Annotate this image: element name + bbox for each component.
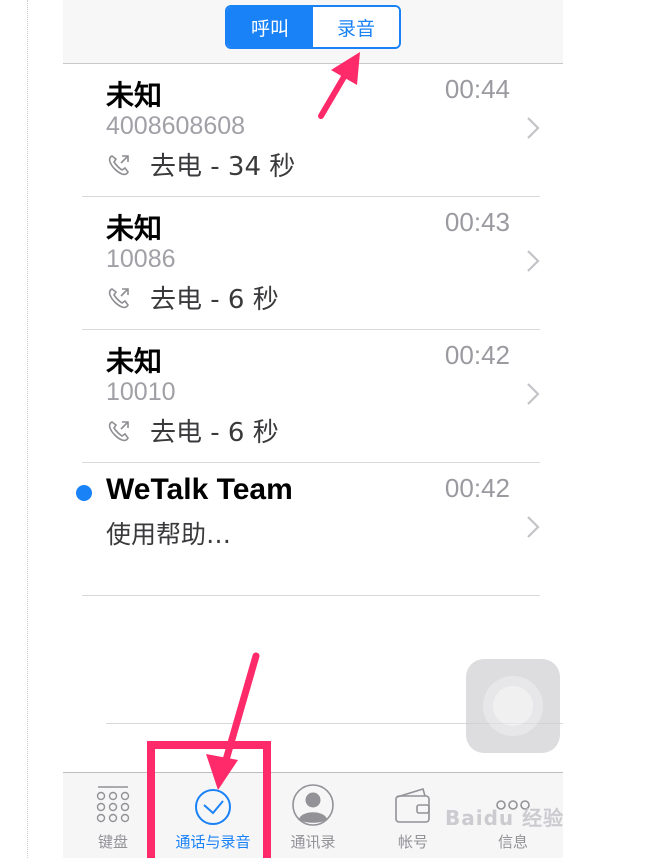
caller-name: 未知 (106, 79, 163, 112)
outgoing-call-icon (108, 287, 129, 308)
caller-name: 未知 (106, 212, 163, 245)
highlight-box-annotation (147, 741, 271, 858)
watermark-text: Baidu 经验 (445, 806, 565, 830)
call-row[interactable]: 未知 00:43 10086 去电 - 6 秒 (82, 197, 540, 330)
outgoing-call-icon (108, 420, 129, 441)
caller-number: 4008608608 (106, 112, 246, 140)
chevron-right-icon (527, 516, 540, 538)
phone-screen: 呼叫 录音 未知 00:44 4008608608 去电 - 34 秒 未知 0… (63, 0, 563, 858)
call-row[interactable]: 未知 00:42 10010 去电 - 6 秒 (82, 330, 540, 463)
call-time: 00:42 (444, 340, 510, 370)
tab-contacts[interactable]: 通讯录 (263, 773, 363, 858)
call-row[interactable]: 未知 00:44 4008608608 去电 - 34 秒 (82, 64, 540, 197)
unread-dot (76, 485, 92, 501)
call-detail-text: 去电 - 6 秒 (150, 285, 279, 315)
call-time: 00:43 (444, 207, 510, 237)
caller-number: 10086 (106, 245, 176, 273)
contacts-icon (292, 784, 334, 826)
call-time: 00:44 (444, 74, 510, 104)
message-preview: 使用帮助… (106, 520, 232, 549)
wallet-icon (395, 787, 430, 823)
caller-name: 未知 (106, 345, 163, 378)
segment-calls[interactable]: 呼叫 (227, 7, 313, 47)
call-detail-text: 去电 - 6 秒 (150, 418, 279, 448)
tab-label: 信息 (497, 833, 528, 851)
message-time: 00:42 (444, 473, 510, 503)
assistive-touch-center (493, 686, 533, 726)
top-nav-bar: 呼叫 录音 (63, 0, 563, 64)
outgoing-call-icon (108, 154, 129, 175)
tab-label: 帐号 (397, 833, 428, 851)
keypad-icon (96, 786, 130, 823)
page-guide-line (27, 0, 28, 858)
assistive-touch-button[interactable] (466, 659, 560, 753)
call-detail: 去电 - 34 秒 (106, 146, 295, 183)
caller-number: 10010 (106, 378, 176, 406)
chevron-right-icon (527, 383, 540, 405)
segment-recordings[interactable]: 录音 (313, 7, 399, 47)
call-list: 未知 00:44 4008608608 去电 - 34 秒 未知 00:43 1… (63, 64, 563, 596)
chevron-right-icon (527, 250, 540, 272)
segmented-control: 呼叫 录音 (225, 5, 401, 49)
call-detail: 去电 - 6 秒 (106, 412, 279, 449)
call-detail: 去电 - 6 秒 (106, 279, 279, 316)
message-row[interactable]: WeTalk Team 00:42 使用帮助… (76, 463, 540, 596)
chevron-right-icon (527, 117, 540, 139)
sender-name: WeTalk Team (106, 473, 293, 506)
tab-label: 通讯录 (290, 833, 336, 851)
call-detail-text: 去电 - 34 秒 (150, 152, 296, 182)
